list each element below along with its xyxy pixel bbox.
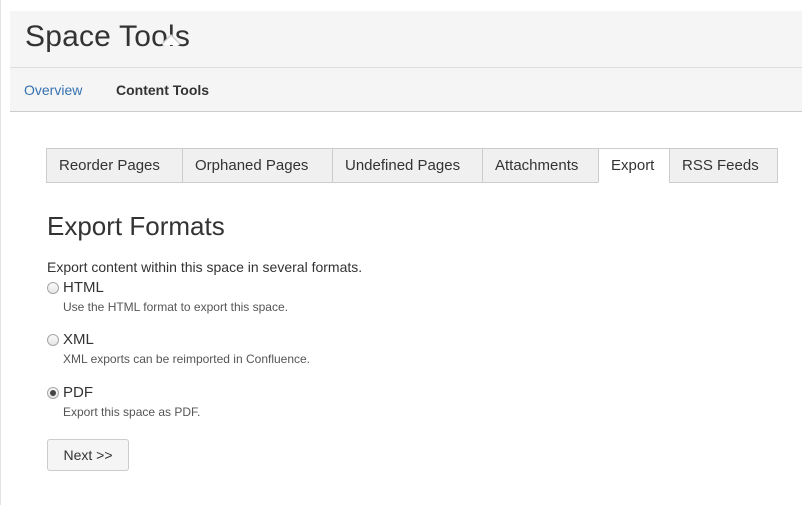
active-nav-indicator-inner (162, 36, 180, 45)
tab-undefined-pages[interactable]: Undefined Pages (332, 148, 482, 183)
pdf-radio[interactable] (47, 387, 59, 399)
tab-attachments[interactable]: Attachments (482, 148, 598, 183)
pdf-option-description: Export this space as PDF. (63, 405, 201, 419)
space-tools-nav: Overview Content Tools (10, 68, 802, 112)
next-button[interactable]: Next >> (47, 439, 129, 471)
page-header: Space Tools (10, 11, 802, 68)
xml-radio[interactable] (47, 334, 59, 346)
html-option-label[interactable]: HTML (63, 279, 104, 296)
tab-rss-feeds[interactable]: RSS Feeds (669, 148, 778, 183)
export-formats-heading: Export Formats (47, 211, 225, 241)
nav-overview-link[interactable]: Overview (24, 82, 82, 98)
export-intro-text: Export content within this space in seve… (47, 259, 363, 275)
nav-content-tools-link[interactable]: Content Tools (116, 82, 209, 98)
xml-option-label[interactable]: XML (63, 331, 94, 348)
pdf-option-label[interactable]: PDF (63, 384, 93, 401)
html-radio[interactable] (47, 282, 59, 294)
left-border (0, 0, 1, 505)
content-tools-tabs: Reorder Pages Orphaned Pages Undefined P… (46, 148, 778, 183)
tab-orphaned-pages[interactable]: Orphaned Pages (182, 148, 332, 183)
tab-export[interactable]: Export (598, 148, 669, 183)
xml-option-description: XML exports can be reimported in Conflue… (63, 352, 311, 366)
html-option-description: Use the HTML format to export this space… (63, 300, 288, 314)
tab-reorder-pages[interactable]: Reorder Pages (46, 148, 182, 183)
